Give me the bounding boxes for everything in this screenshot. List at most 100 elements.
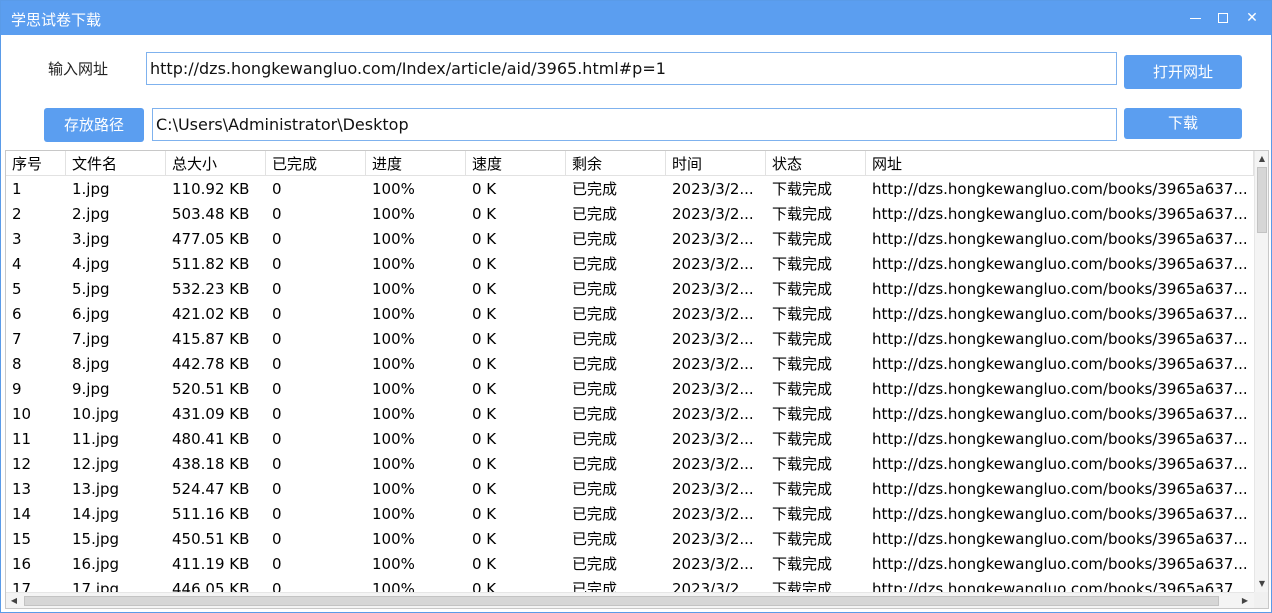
table-row[interactable]: 2 2.jpg 503.48 KB 0 100% 0 K 已完成 2023/3/2... 下载完… [6, 201, 1254, 226]
list-header: 序号 文件名 总大小 已完成 进度 速度 剩余 时间 状态 网址 [6, 151, 1256, 176]
cell-index: 5 [12, 280, 22, 298]
column-header-progress[interactable]: 进度 [366, 151, 466, 176]
scroll-down-icon[interactable]: ▼ [1255, 577, 1268, 591]
cell-filename: 12.jpg [72, 455, 120, 473]
scroll-left-icon[interactable]: ◀ [7, 594, 21, 608]
download-button[interactable]: 下载 [1124, 108, 1242, 139]
table-row[interactable]: 6 6.jpg 421.02 KB 0 100% 0 K 已完成 2023/3/2... 下载完… [6, 301, 1254, 326]
table-row[interactable]: 11 11.jpg 480.41 KB 0 100% 0 K 已完成 2023/3/2... 下… [6, 426, 1254, 451]
save-path-button[interactable]: 存放路径 [44, 108, 144, 142]
open-url-button[interactable]: 打开网址 [1124, 55, 1242, 89]
vertical-scroll-thumb[interactable] [1257, 167, 1267, 233]
cell-completed: 0 [272, 380, 282, 398]
table-row[interactable]: 16 16.jpg 411.19 KB 0 100% 0 K 已完成 2023/3/2... 下… [6, 551, 1254, 576]
table-row[interactable]: 15 15.jpg 450.51 KB 0 100% 0 K 已完成 2023/3/2... 下… [6, 526, 1254, 551]
horizontal-scroll-thumb[interactable] [24, 596, 1219, 606]
cell-remaining: 已完成 [572, 330, 618, 348]
table-row[interactable]: 13 13.jpg 524.47 KB 0 100% 0 K 已完成 2023/3/2... 下… [6, 476, 1254, 501]
scroll-right-icon[interactable]: ▶ [1238, 594, 1252, 608]
cell-progress: 100% [372, 355, 415, 373]
cell-index: 11 [12, 430, 32, 448]
scrollbar-corner [1254, 592, 1268, 608]
cell-size: 415.87 KB [172, 330, 250, 348]
cell-index: 17 [12, 580, 32, 592]
column-header-status[interactable]: 状态 [766, 151, 866, 176]
table-row[interactable]: 10 10.jpg 431.09 KB 0 100% 0 K 已完成 2023/3/2... 下… [6, 401, 1254, 426]
cell-filename: 1.jpg [72, 180, 110, 198]
table-row[interactable]: 12 12.jpg 438.18 KB 0 100% 0 K 已完成 2023/3/2... 下… [6, 451, 1254, 476]
url-input[interactable]: http://dzs.hongkewangluo.com/Index/artic… [146, 52, 1117, 85]
column-header-speed[interactable]: 速度 [466, 151, 566, 176]
cell-time: 2023/3/2... [672, 455, 754, 473]
table-row[interactable]: 5 5.jpg 532.23 KB 0 100% 0 K 已完成 2023/3/2... 下载完… [6, 276, 1254, 301]
column-header-filename[interactable]: 文件名 [66, 151, 166, 176]
cell-filename: 14.jpg [72, 505, 120, 523]
cell-completed: 0 [272, 355, 282, 373]
cell-completed: 0 [272, 455, 282, 473]
cell-status: 下载完成 [772, 405, 833, 423]
cell-progress: 100% [372, 255, 415, 273]
cell-speed: 0 K [472, 555, 497, 573]
cell-remaining: 已完成 [572, 305, 618, 323]
table-row[interactable]: 8 8.jpg 442.78 KB 0 100% 0 K 已完成 2023/3/2... 下载完… [6, 351, 1254, 376]
cell-completed: 0 [272, 530, 282, 548]
cell-speed: 0 K [472, 355, 497, 373]
table-row[interactable]: 7 7.jpg 415.87 KB 0 100% 0 K 已完成 2023/3/2... 下载完… [6, 326, 1254, 351]
table-row[interactable]: 3 3.jpg 477.05 KB 0 100% 0 K 已完成 2023/3/2... 下载完… [6, 226, 1254, 251]
cell-completed: 0 [272, 555, 282, 573]
cell-completed: 0 [272, 580, 282, 592]
column-header-time[interactable]: 时间 [666, 151, 766, 176]
maximize-icon[interactable] [1212, 7, 1234, 29]
cell-progress: 100% [372, 280, 415, 298]
cell-time: 2023/3/2... [672, 430, 754, 448]
horizontal-scrollbar[interactable]: ◀ ▶ [6, 592, 1254, 608]
vertical-scrollbar[interactable]: ▲ ▼ [1254, 151, 1268, 592]
cell-index: 7 [12, 330, 22, 348]
cell-remaining: 已完成 [572, 230, 618, 248]
minimize-icon[interactable] [1184, 7, 1206, 29]
column-header-size[interactable]: 总大小 [166, 151, 266, 176]
table-row[interactable]: 4 4.jpg 511.82 KB 0 100% 0 K 已完成 2023/3/2... 下载完… [6, 251, 1254, 276]
cell-status: 下载完成 [772, 455, 833, 473]
table-row[interactable]: 9 9.jpg 520.51 KB 0 100% 0 K 已完成 2023/3/2... 下载完… [6, 376, 1254, 401]
cell-url: http://dzs.hongkewangluo.com/books/3965a… [872, 505, 1248, 523]
download-list[interactable]: 序号 文件名 总大小 已完成 进度 速度 剩余 时间 状态 网址 1 1.jpg 1… [5, 150, 1269, 609]
cell-remaining: 已完成 [572, 180, 618, 198]
cell-speed: 0 K [472, 280, 497, 298]
cell-remaining: 已完成 [572, 205, 618, 223]
cell-size: 503.48 KB [172, 205, 250, 223]
close-icon[interactable]: ✕ [1241, 7, 1263, 29]
cell-size: 480.41 KB [172, 430, 250, 448]
title-bar[interactable]: 学思试卷下载 ✕ [1, 1, 1271, 35]
cell-completed: 0 [272, 505, 282, 523]
table-row[interactable]: 14 14.jpg 511.16 KB 0 100% 0 K 已完成 2023/3/2... 下… [6, 501, 1254, 526]
cell-speed: 0 K [472, 580, 497, 592]
column-header-index[interactable]: 序号 [6, 151, 66, 176]
cell-speed: 0 K [472, 480, 497, 498]
cell-status: 下载完成 [772, 205, 833, 223]
column-header-remaining[interactable]: 剩余 [566, 151, 666, 176]
cell-status: 下载完成 [772, 380, 833, 398]
table-row[interactable]: 17 17.jpg 446.05 KB 0 100% 0 K 已完成 2023/3/2... 下… [6, 576, 1254, 592]
column-header-url[interactable]: 网址 [866, 151, 1254, 176]
url-label: 输入网址 [48, 60, 109, 78]
cell-speed: 0 K [472, 530, 497, 548]
cell-size: 110.92 KB [172, 180, 250, 198]
cell-index: 13 [12, 480, 32, 498]
scroll-up-icon[interactable]: ▲ [1255, 152, 1268, 166]
cell-filename: 9.jpg [72, 380, 110, 398]
cell-progress: 100% [372, 205, 415, 223]
table-row[interactable]: 1 1.jpg 110.92 KB 0 100% 0 K 已完成 2023/3/2... 下载完… [6, 176, 1254, 201]
cell-url: http://dzs.hongkewangluo.com/books/3965a… [872, 230, 1248, 248]
save-path-input[interactable]: C:\Users\Administrator\Desktop [152, 108, 1117, 141]
cell-speed: 0 K [472, 255, 497, 273]
cell-filename: 4.jpg [72, 255, 110, 273]
list-body: 1 1.jpg 110.92 KB 0 100% 0 K 已完成 2023/3/2... 下载完… [6, 176, 1254, 592]
cell-time: 2023/3/2... [672, 580, 754, 592]
cell-filename: 5.jpg [72, 280, 110, 298]
cell-time: 2023/3/2... [672, 555, 754, 573]
cell-remaining: 已完成 [572, 580, 618, 592]
cell-remaining: 已完成 [572, 355, 618, 373]
column-header-completed[interactable]: 已完成 [266, 151, 366, 176]
app-window: 学思试卷下载 ✕ 输入网址 http://dzs.hongkewangluo.c… [0, 0, 1272, 613]
